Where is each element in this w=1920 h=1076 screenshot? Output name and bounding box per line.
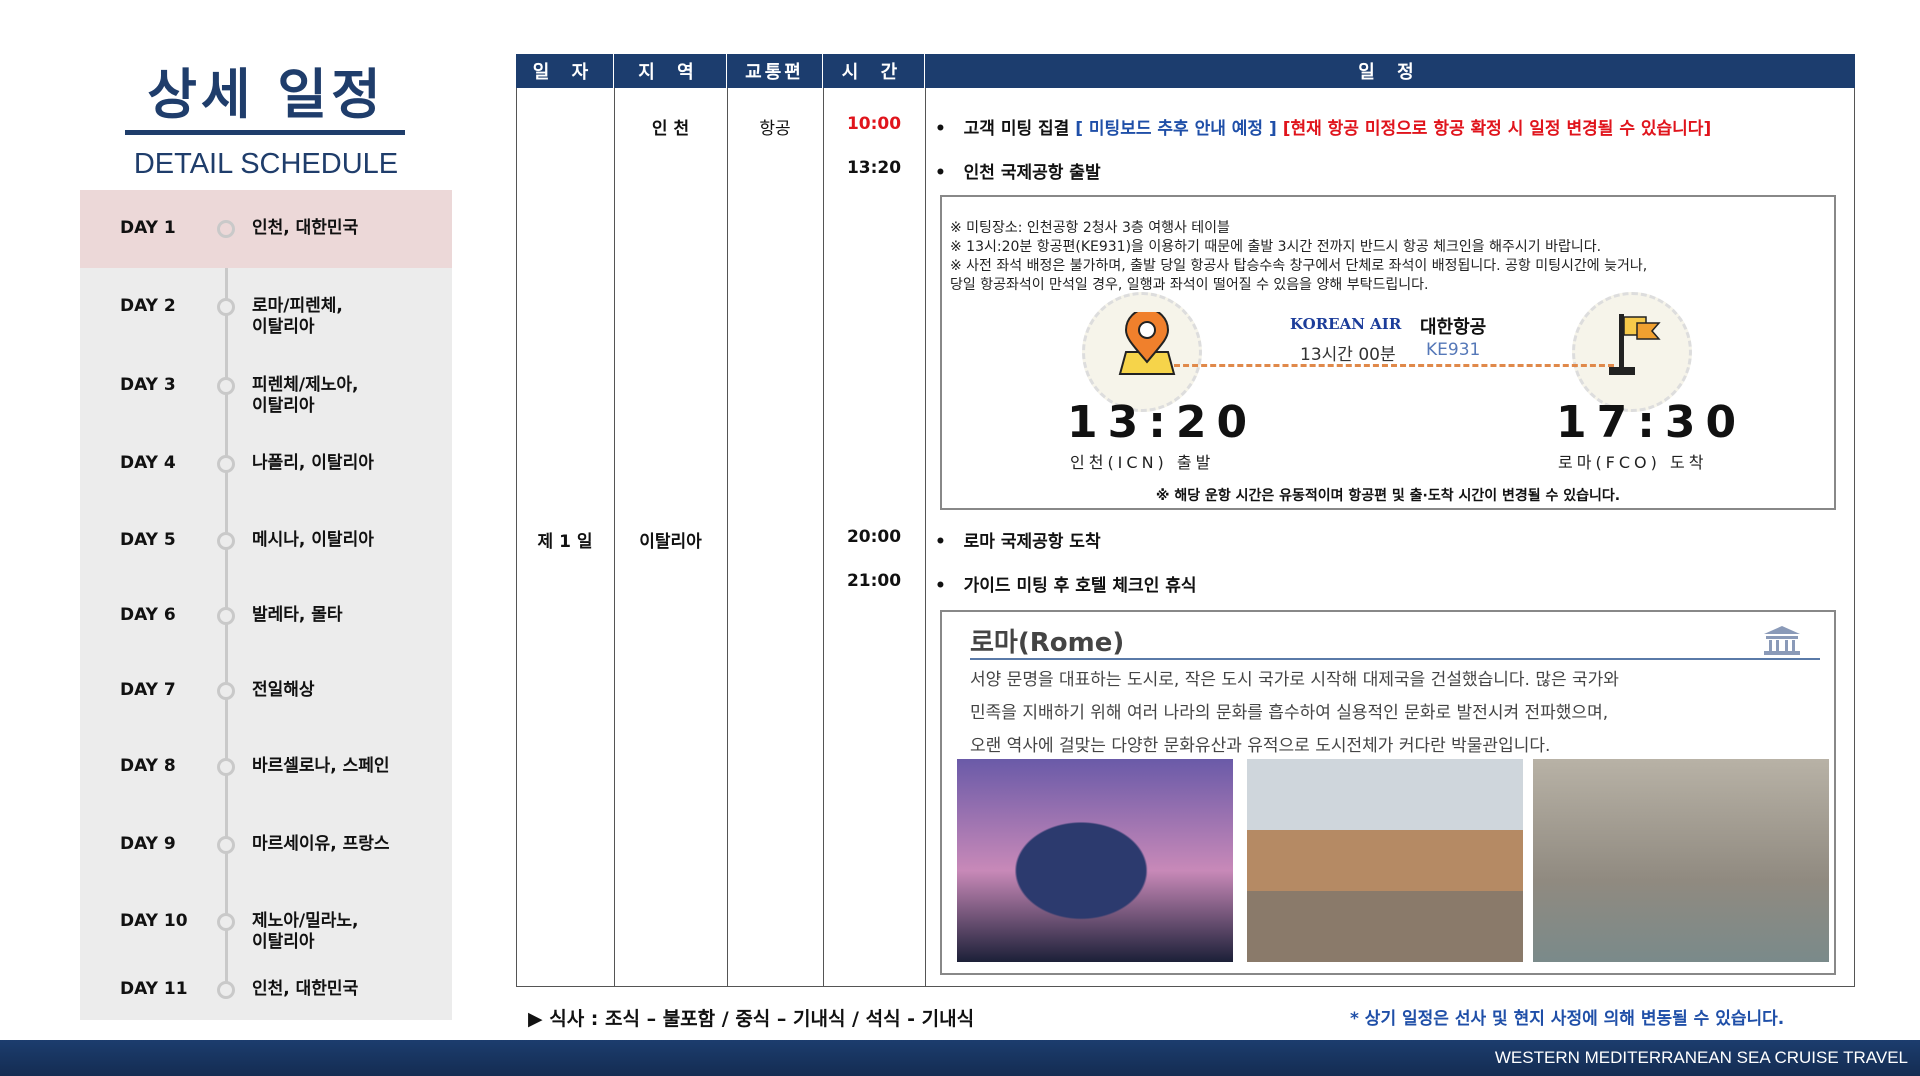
day-place: 인천, 대한민국	[252, 979, 359, 999]
sidebar-day-10[interactable]: DAY 10 제노아/밀라노, 이탈리아	[80, 884, 452, 960]
flight-disclaimer: ※ 해당 운항 시간은 유동적이며 항공편 및 출·도착 시간이 변경될 수 있…	[1155, 488, 1621, 504]
museum-icon	[1764, 626, 1800, 655]
table-header: 일 자 지 역 교통편 시 간 일 정	[516, 54, 1855, 88]
sidebar-day-7[interactable]: DAY 7 전일해상	[80, 653, 452, 728]
schedule-notice: * 상기 일정은 선사 및 현지 사정에 의해 변동될 수 있습니다.	[1350, 1009, 1785, 1029]
departure-time: 13:20	[1067, 397, 1258, 448]
note-line: ※ 13시:20분 항공편(KE931)을 이용하기 때문에 출발 3시간 전까…	[950, 239, 1602, 255]
departure-place: 인천(ICN) 출발	[1070, 453, 1215, 472]
schedule-item: • 가이드 미팅 후 호텔 체크인 휴식	[935, 576, 1197, 596]
schedule-item: • 인천 국제공항 출발	[935, 163, 1101, 183]
sidebar-day-2[interactable]: DAY 2 로마/피렌체, 이탈리아	[80, 268, 452, 346]
timeline-dot-icon	[217, 836, 235, 854]
timeline-dot-icon	[217, 606, 235, 625]
timeline-dot-icon	[217, 531, 235, 550]
timeline-dot-icon	[217, 758, 235, 776]
meal-info: ▶ 식사 : 조식 – 불포함 / 중식 – 기내식 / 석식 - 기내식	[528, 1008, 975, 1030]
time-2: 13:20	[846, 158, 902, 178]
sidebar-day-5[interactable]: DAY 5 메시나, 이탈리아	[80, 503, 452, 578]
footer-bar: WESTERN MEDITERRANEAN SEA CRUISE TRAVEL	[0, 1040, 1920, 1076]
city-title: 로마(Rome)	[970, 628, 1125, 658]
column-divider	[925, 88, 926, 987]
region-italy: 이탈리아	[639, 532, 702, 552]
note-line: 당일 항공좌석이 만석일 경우, 일행과 좌석이 떨어질 수 있음을 양해 부탁…	[950, 277, 1429, 293]
day-place: 전일해상	[252, 679, 315, 700]
schedule-item: • 로마 국제공항 도착	[935, 532, 1101, 552]
day-place: 메시나, 이탈리아	[252, 529, 374, 550]
time-1: 10:00	[846, 114, 902, 134]
time-3: 20:00	[846, 527, 902, 547]
korean-air-logo: KOREAN AIR	[1290, 315, 1402, 333]
timeline-dot-icon	[217, 298, 235, 316]
schedule-item: • 고객 미팅 집결 [ 미팅보드 추후 안내 예정 ] [현재 항공 미정으로…	[935, 119, 1712, 139]
sidebar-day-4[interactable]: DAY 4 나폴리, 이탈리아	[80, 425, 452, 503]
sidebar-day-6[interactable]: DAY 6 발레타, 몰타	[80, 578, 452, 653]
city-info-box: 로마(Rome) 서양 문명을 대표하는 도시로, 작은 도시 국가로 시작해 …	[940, 610, 1836, 975]
location-pin-icon	[1118, 312, 1176, 375]
day-place: 피렌체/제노아, 이탈리아	[252, 374, 359, 416]
timeline-dot-icon	[217, 913, 235, 931]
time-4: 21:00	[846, 571, 902, 591]
note-line: ※ 사전 좌석 배정은 불가하며, 출발 당일 항공사 탑승수속 창구에서 단체…	[950, 258, 1648, 274]
sidebar-day-8[interactable]: DAY 8 바르셀로나, 스페인	[80, 728, 452, 806]
photo-trevi-fountain	[1533, 759, 1829, 962]
transport-value: 항공	[759, 119, 791, 139]
day-place: 발레타, 몰타	[252, 604, 343, 625]
sidebar-day-11[interactable]: DAY 11 인천, 대한민국	[80, 960, 452, 1020]
day-place: 마르세이유, 프랑스	[252, 834, 390, 854]
photo-spanish-steps	[1247, 759, 1523, 962]
timeline-dot-icon	[217, 681, 235, 700]
photo-st-peters-basilica	[957, 759, 1233, 962]
item-text: 인천 국제공항 출발	[963, 163, 1101, 183]
sidebar-day-1[interactable]: DAY 1 인천, 대한민국	[80, 190, 452, 268]
header-transport: 교통편	[727, 54, 823, 88]
header-date: 일 자	[516, 54, 614, 88]
page-subtitle: DETAIL SCHEDULE	[133, 148, 399, 180]
item-text: 고객 미팅 집결	[963, 119, 1070, 139]
day-label: 제 1 일	[537, 532, 593, 552]
flag-icon	[1609, 314, 1661, 375]
day-place: 나폴리, 이탈리아	[252, 453, 374, 473]
flight-info-box: ※ 미팅장소: 인천공항 2청사 3층 여행사 테이블 ※ 13시:20분 항공…	[940, 195, 1836, 510]
header-schedule: 일 정	[1358, 62, 1422, 83]
sidebar-day-3[interactable]: DAY 3 피렌체/제노아, 이탈리아	[80, 346, 452, 425]
description-line: 서양 문명을 대표하는 도시로, 작은 도시 국가로 시작해 대제국을 건설했습…	[970, 670, 1619, 690]
day-place: 제노아/밀라노, 이탈리아	[252, 911, 359, 952]
item-text: 가이드 미팅 후 호텔 체크인 휴식	[963, 576, 1197, 596]
flight-number: KE931	[1426, 340, 1481, 360]
arrival-place: 로마(FCO) 도착	[1558, 453, 1708, 472]
page-title: 상세 일정	[147, 63, 385, 126]
airline-name: 대한항공	[1420, 317, 1487, 338]
item-note-red: [현재 항공 미정으로 항공 확정 시 일정 변경될 수 있습니다]	[1282, 119, 1712, 139]
footer-brand: WESTERN MEDITERRANEAN SEA CRUISE TRAVEL	[1494, 1048, 1908, 1067]
region-incheon: 인 천	[651, 119, 690, 139]
arrival-time: 17:30	[1556, 397, 1747, 448]
description-line: 민족을 지배하기 위해 여러 나라의 문화를 흡수하여 실용적인 문화로 발전시…	[970, 703, 1609, 723]
flight-duration: 13시간 00분	[1300, 345, 1396, 365]
header-time: 시 간	[823, 54, 925, 88]
header-region: 지 역	[614, 54, 727, 88]
timeline-dot-icon	[217, 376, 235, 395]
title-underline	[125, 130, 405, 135]
day-place: 바르셀로나, 스페인	[252, 756, 390, 776]
item-note-blue: [ 미팅보드 추후 안내 예정 ]	[1075, 119, 1277, 139]
item-text: 로마 국제공항 도착	[963, 532, 1101, 552]
note-line: ※ 미팅장소: 인천공항 2청사 3층 여행사 테이블	[950, 220, 1230, 236]
timeline-dot-icon	[217, 220, 235, 238]
day-place: 로마/피렌체, 이탈리아	[252, 296, 343, 337]
column-divider	[727, 88, 728, 987]
sidebar-day-9[interactable]: DAY 9 마르세이유, 프랑스	[80, 806, 452, 884]
timeline-dot-icon	[217, 455, 235, 473]
timeline-dot-icon	[217, 981, 235, 999]
city-title-underline	[970, 658, 1820, 660]
city-description: 서양 문명을 대표하는 도시로, 작은 도시 국가로 시작해 대제국을 건설했습…	[970, 664, 1619, 763]
day-place: 인천, 대한민국	[252, 218, 359, 238]
